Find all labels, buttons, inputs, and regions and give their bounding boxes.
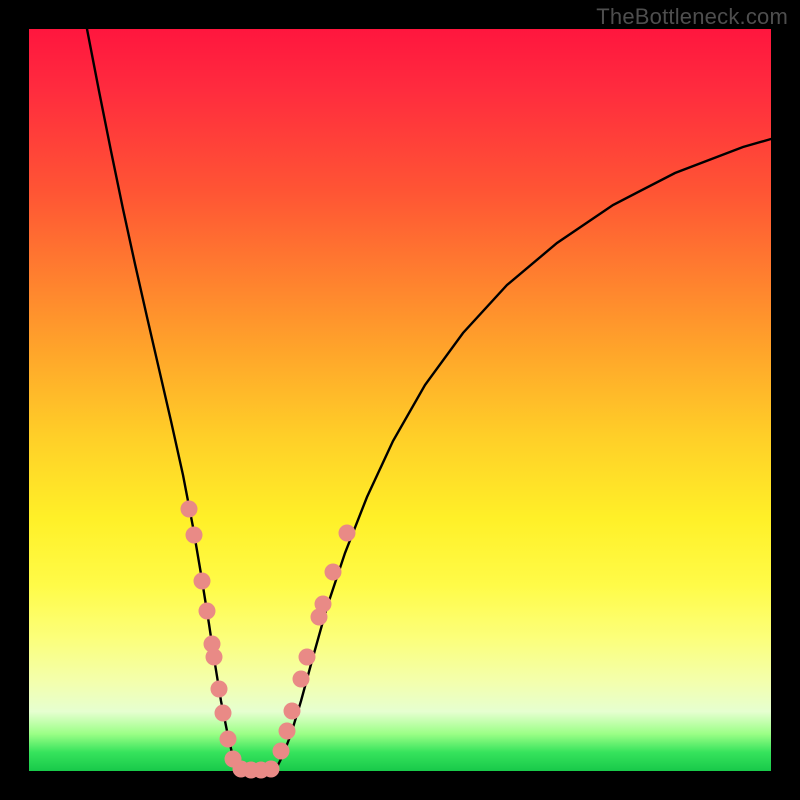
bottleneck-curve-svg: [29, 29, 771, 771]
marker-dot: [299, 649, 316, 666]
marker-dot: [315, 596, 332, 613]
marker-dot: [263, 761, 280, 778]
marker-dot: [215, 705, 232, 722]
marker-dot: [194, 573, 211, 590]
plot-area: [29, 29, 771, 771]
marker-dot: [211, 681, 228, 698]
marker-dot: [284, 703, 301, 720]
marker-dot: [181, 501, 198, 518]
marker-dot: [293, 671, 310, 688]
marker-dot: [339, 525, 356, 542]
marker-dot: [186, 527, 203, 544]
attribution-text: TheBottleneck.com: [596, 4, 788, 30]
marker-layer: [181, 501, 356, 779]
marker-dot: [206, 649, 223, 666]
marker-dot: [199, 603, 216, 620]
marker-dot: [279, 723, 296, 740]
marker-dot: [273, 743, 290, 760]
marker-dot: [325, 564, 342, 581]
chart-stage: TheBottleneck.com: [0, 0, 800, 800]
marker-dot: [220, 731, 237, 748]
bottleneck-curve-path: [87, 29, 771, 771]
